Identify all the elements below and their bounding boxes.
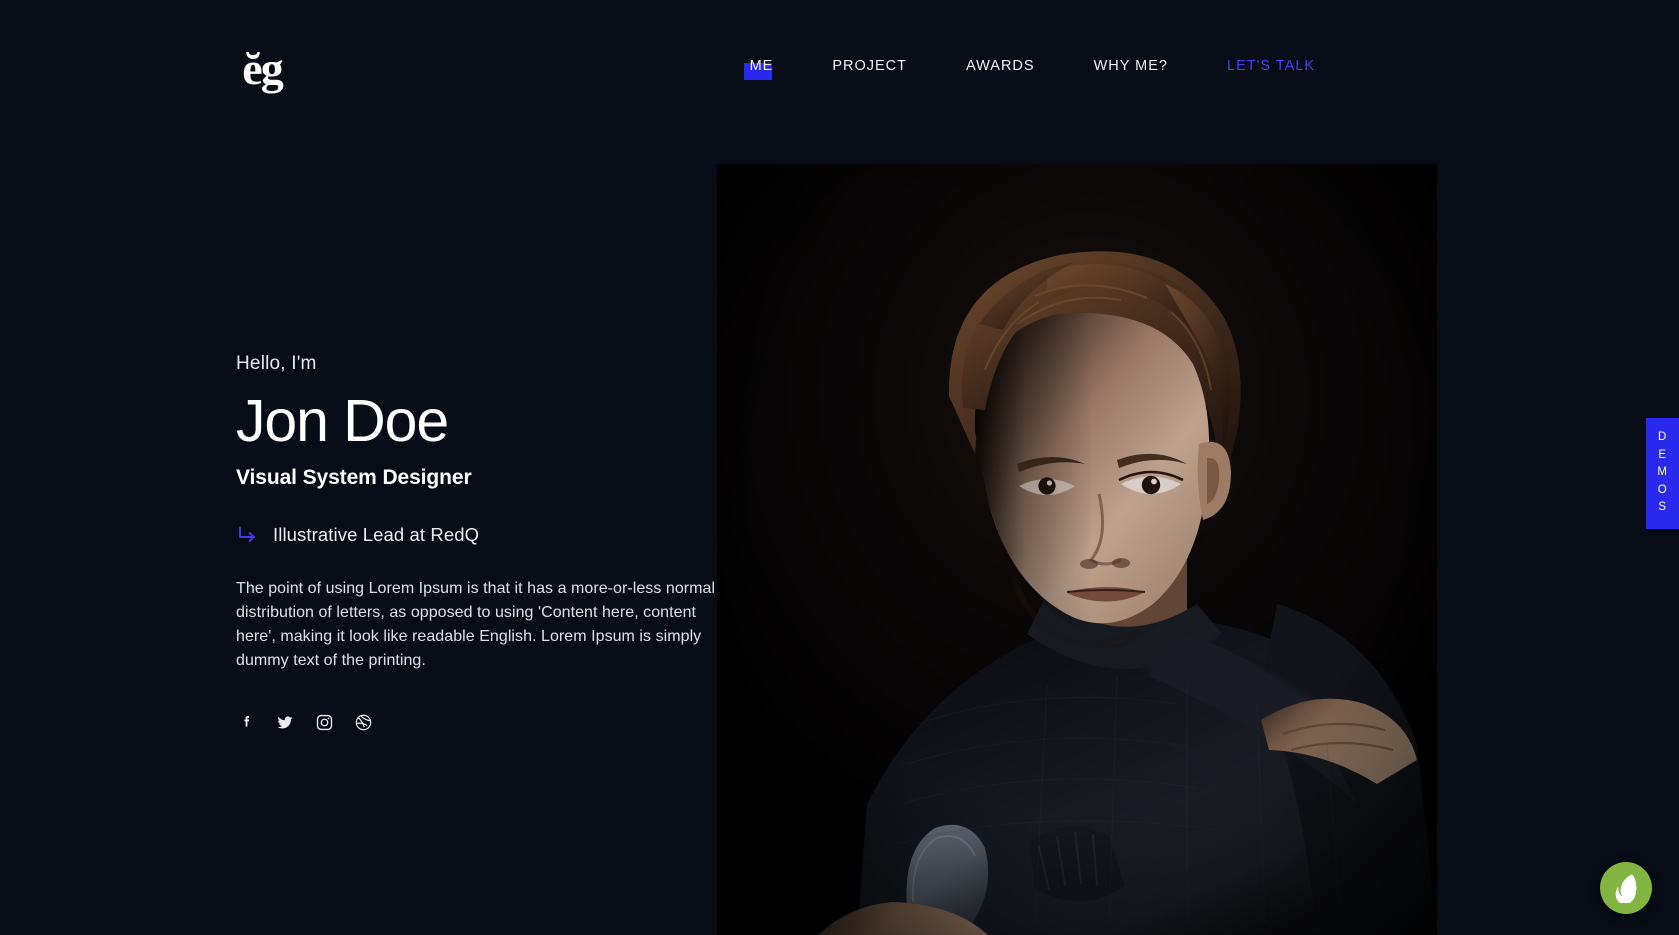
demos-letter: M <box>1657 466 1668 478</box>
demos-tab-button[interactable]: D E M O S <box>1646 418 1679 529</box>
instagram-icon <box>315 713 334 732</box>
nav-item-project[interactable]: PROJECT <box>832 56 907 76</box>
dribbble-icon <box>354 713 373 732</box>
facebook-icon <box>237 713 256 732</box>
page-root: ĕg ME PROJECT AWARDS WHY ME? LET'S TALK … <box>0 0 1679 935</box>
nav-item-awards[interactable]: AWARDS <box>966 56 1035 76</box>
nav-item-why-me[interactable]: WHY ME? <box>1094 56 1168 76</box>
nav-item-label: PROJECT <box>832 58 907 74</box>
hero-greeting: Hello, I'm <box>236 353 317 374</box>
hero-role: Visual System Designer <box>236 466 472 490</box>
envato-leaf-icon <box>1613 873 1639 903</box>
demos-letter: D <box>1658 431 1667 443</box>
envato-button[interactable] <box>1600 862 1652 914</box>
nav-item-label: WHY ME? <box>1093 58 1168 74</box>
demos-letter: E <box>1658 448 1667 461</box>
demos-letter: S <box>1658 501 1667 513</box>
hero-position-row: Illustrative Lead at RedQ <box>236 524 721 546</box>
demos-letter: O <box>1657 483 1668 496</box>
social-link-facebook[interactable] <box>236 713 256 733</box>
social-link-dribbble[interactable] <box>353 713 373 733</box>
nav-item-lets-talk[interactable]: LET'S TALK <box>1227 56 1315 76</box>
nav-item-label: AWARDS <box>966 58 1035 74</box>
hero-portrait-image <box>717 164 1437 935</box>
twitter-icon <box>275 713 295 733</box>
hero-position-text: Illustrative Lead at RedQ <box>273 523 480 545</box>
nav-item-label: LET'S TALK <box>1227 58 1315 74</box>
page-title: Jon Doe <box>236 387 449 454</box>
nav-item-label: ME <box>749 58 774 74</box>
main-navigation: ME PROJECT AWARDS WHY ME? LET'S TALK <box>0 56 1679 80</box>
social-link-instagram[interactable] <box>314 713 334 733</box>
nav-item-me[interactable]: ME <box>743 56 774 80</box>
social-links <box>236 713 721 733</box>
hero-bio: The point of using Lorem Ipsum is that i… <box>236 579 716 669</box>
site-header: ĕg ME PROJECT AWARDS WHY ME? LET'S TALK <box>0 0 1679 135</box>
social-link-twitter[interactable] <box>275 713 295 733</box>
arrow-down-right-icon <box>236 524 258 546</box>
hero-content: Hello, I'm Jon Doe Visual System Designe… <box>236 352 721 733</box>
